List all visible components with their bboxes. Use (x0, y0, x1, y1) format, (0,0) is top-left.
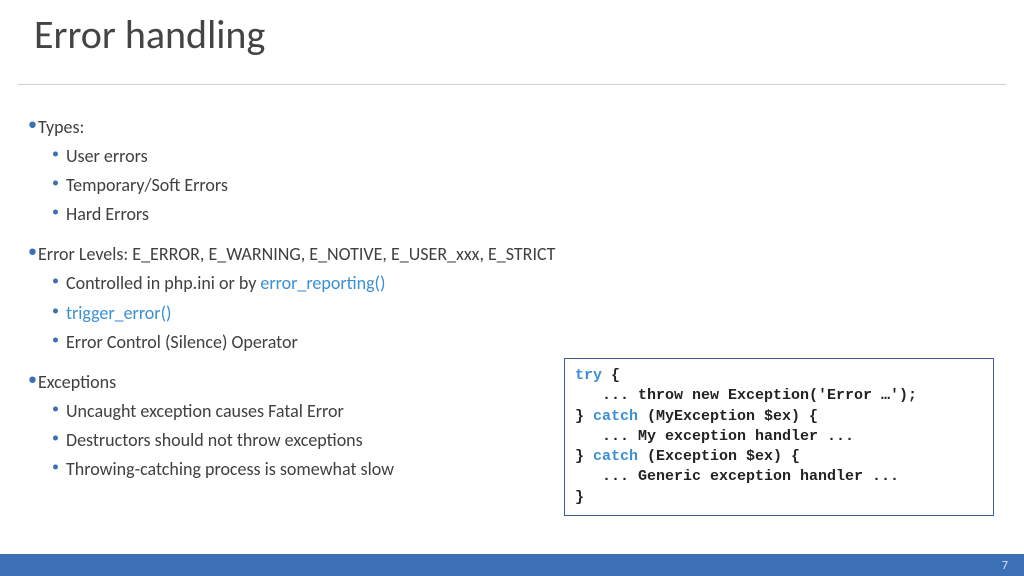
bullet-error-levels: • Error Levels: E_ERROR, E_WARNING, E_NO… (28, 241, 996, 267)
keyword-catch: catch (593, 448, 638, 465)
code-text: } (575, 489, 584, 506)
bullet-icon: • (52, 398, 66, 420)
bullet-icon: • (52, 143, 66, 165)
code-text: ... throw new Exception('Error …'); (575, 387, 917, 404)
link-trigger-error[interactable]: trigger_error() (66, 300, 996, 326)
bullet-text: User errors (66, 143, 996, 169)
keyword-try: try (575, 367, 602, 384)
code-text: } (575, 408, 593, 425)
sub-bullet: • User errors (52, 143, 996, 169)
sub-bullet: • Hard Errors (52, 201, 996, 227)
bullet-icon: • (28, 241, 38, 263)
keyword-catch: catch (593, 408, 638, 425)
sub-bullet: • trigger_error() (52, 300, 996, 326)
bullet-icon: • (52, 270, 66, 292)
bullet-icon: • (52, 329, 66, 351)
bullet-icon: • (28, 369, 38, 391)
bullet-icon: • (28, 114, 38, 136)
code-text: } (575, 448, 593, 465)
bullet-text: Types: (38, 114, 996, 140)
bullet-icon: • (52, 201, 66, 223)
bullet-icon: • (52, 456, 66, 478)
bullet-text: Temporary/Soft Errors (66, 172, 996, 198)
code-example: try { ... throw new Exception('Error …')… (564, 358, 994, 516)
bullet-text: Controlled in php.ini or by error_report… (66, 270, 996, 296)
code-text: (Exception $ex) { (638, 448, 800, 465)
code-text: { (602, 367, 620, 384)
link-error-reporting[interactable]: error_reporting() (260, 272, 385, 294)
slide-title: Error handling (34, 10, 265, 59)
title-divider (18, 84, 1006, 85)
footer-bar: 7 (0, 554, 1024, 576)
bullet-text: Hard Errors (66, 201, 996, 227)
code-text: ... My exception handler ... (575, 428, 854, 445)
page-number: 7 (1002, 559, 1008, 573)
sub-bullet: • Controlled in php.ini or by error_repo… (52, 270, 996, 296)
bullet-icon: • (52, 427, 66, 449)
bullet-text: Error Control (Silence) Operator (66, 329, 996, 355)
text: Controlled in php.ini or by (66, 272, 260, 294)
bullet-types: • Types: (28, 114, 996, 140)
bullet-icon: • (52, 172, 66, 194)
sub-bullet: • Temporary/Soft Errors (52, 172, 996, 198)
slide: Error handling • Types: • User errors • … (0, 0, 1024, 576)
sub-bullet: • Error Control (Silence) Operator (52, 329, 996, 355)
bullet-icon: • (52, 300, 66, 322)
code-text: ... Generic exception handler ... (575, 468, 899, 485)
code-text: (MyException $ex) { (638, 408, 818, 425)
bullet-text: Error Levels: E_ERROR, E_WARNING, E_NOTI… (38, 241, 996, 267)
